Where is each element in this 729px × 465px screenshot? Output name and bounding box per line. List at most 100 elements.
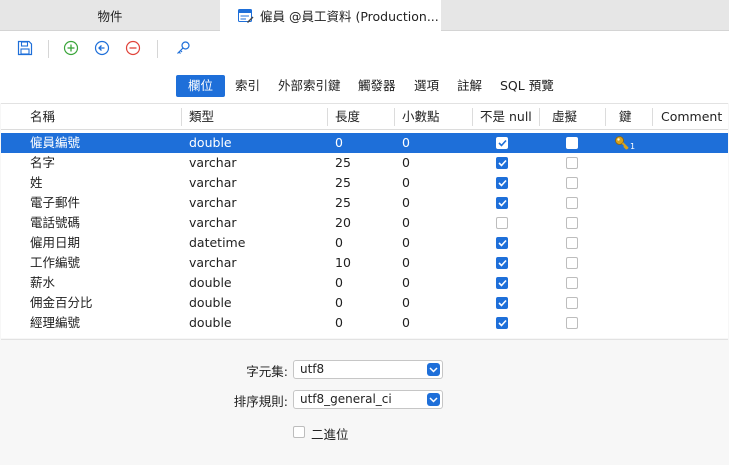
virtual-checkbox[interactable] xyxy=(566,257,578,269)
table-row[interactable]: 姓 varchar 25 0 xyxy=(1,173,728,193)
collation-select[interactable]: utf8_general_ci xyxy=(293,390,443,409)
field-length-cell[interactable]: 0 xyxy=(335,133,343,153)
field-name-cell[interactable]: 名字 xyxy=(30,153,55,173)
column-header-name[interactable]: 名稱 xyxy=(24,104,55,130)
tab-options[interactable]: 選項 xyxy=(414,75,439,97)
tab-triggers[interactable]: 觸發器 xyxy=(358,75,396,97)
column-header-virtual[interactable]: 虛擬 xyxy=(546,104,577,130)
column-header-type[interactable]: 類型 xyxy=(183,104,214,130)
table-row[interactable]: 電話號碼 varchar 20 0 xyxy=(1,213,728,233)
column-header-comment[interactable]: Comment xyxy=(655,104,722,130)
column-header-not-null[interactable]: 不是 null xyxy=(474,104,532,130)
field-name-cell[interactable]: 姓 xyxy=(30,173,43,193)
field-name-cell[interactable]: 薪水 xyxy=(30,273,55,293)
field-type-cell[interactable]: double xyxy=(189,273,232,293)
field-length-cell[interactable]: 0 xyxy=(335,233,343,253)
field-decimals-cell[interactable]: 0 xyxy=(402,133,410,153)
not-null-checkbox[interactable] xyxy=(496,277,508,289)
virtual-checkbox[interactable] xyxy=(566,177,578,189)
field-name-cell[interactable]: 電子郵件 xyxy=(30,193,80,213)
column-header-length[interactable]: 長度 xyxy=(329,104,360,130)
tab-fields[interactable]: 欄位 xyxy=(176,75,226,97)
column-divider[interactable] xyxy=(181,108,182,126)
charset-select[interactable]: utf8 xyxy=(293,360,443,379)
field-length-cell[interactable]: 25 xyxy=(335,173,351,193)
virtual-checkbox[interactable] xyxy=(566,317,578,329)
not-null-checkbox[interactable] xyxy=(496,177,508,189)
field-type-cell[interactable]: double xyxy=(189,313,232,333)
field-decimals-cell[interactable]: 0 xyxy=(402,153,410,173)
field-type-cell[interactable]: datetime xyxy=(189,233,245,253)
field-decimals-cell[interactable]: 0 xyxy=(402,233,410,253)
field-length-cell[interactable]: 10 xyxy=(335,253,351,273)
not-null-checkbox[interactable] xyxy=(496,197,508,209)
table-row[interactable]: 電子郵件 varchar 25 0 xyxy=(1,193,728,213)
table-row[interactable]: 佣金百分比 double 0 0 xyxy=(1,293,728,313)
field-type-cell[interactable]: varchar xyxy=(189,153,237,173)
tab-sql-preview[interactable]: SQL 預覽 xyxy=(500,75,554,97)
not-null-checkbox[interactable] xyxy=(496,137,508,149)
field-length-cell[interactable]: 20 xyxy=(335,213,351,233)
not-null-checkbox[interactable] xyxy=(496,157,508,169)
not-null-checkbox[interactable] xyxy=(496,257,508,269)
table-row[interactable]: 薪水 double 0 0 xyxy=(1,273,728,293)
field-decimals-cell[interactable]: 0 xyxy=(402,173,410,193)
virtual-checkbox[interactable] xyxy=(566,217,578,229)
field-name-cell[interactable]: 工作編號 xyxy=(30,253,80,273)
field-type-cell[interactable]: double xyxy=(189,133,232,153)
delete-field-button[interactable] xyxy=(123,39,143,59)
not-null-checkbox[interactable] xyxy=(496,237,508,249)
add-field-button[interactable] xyxy=(61,39,81,59)
column-header-key[interactable]: 鍵 xyxy=(613,104,632,130)
tab-foreign-keys[interactable]: 外部索引鍵 xyxy=(278,75,341,97)
field-decimals-cell[interactable]: 0 xyxy=(402,213,410,233)
column-divider[interactable] xyxy=(472,108,473,126)
virtual-checkbox[interactable] xyxy=(566,137,578,149)
column-divider[interactable] xyxy=(539,108,540,126)
field-length-cell[interactable]: 0 xyxy=(335,273,343,293)
virtual-checkbox[interactable] xyxy=(566,157,578,169)
field-name-cell[interactable]: 電話號碼 xyxy=(30,213,80,233)
tab-objects[interactable]: 物件 xyxy=(0,0,220,31)
virtual-checkbox[interactable] xyxy=(566,197,578,209)
field-name-cell[interactable]: 佣金百分比 xyxy=(30,293,93,313)
primary-key-button[interactable] xyxy=(173,39,193,59)
tab-comment[interactable]: 註解 xyxy=(457,75,482,97)
field-decimals-cell[interactable]: 0 xyxy=(402,253,410,273)
field-type-cell[interactable]: varchar xyxy=(189,173,237,193)
field-decimals-cell[interactable]: 0 xyxy=(402,293,410,313)
column-divider[interactable] xyxy=(394,108,395,126)
virtual-checkbox[interactable] xyxy=(566,237,578,249)
field-length-cell[interactable]: 0 xyxy=(335,293,343,313)
field-decimals-cell[interactable]: 0 xyxy=(402,313,410,333)
column-header-decimals[interactable]: 小數點 xyxy=(396,104,440,130)
field-name-cell[interactable]: 經理編號 xyxy=(30,313,80,333)
field-type-cell[interactable]: varchar xyxy=(189,213,237,233)
field-decimals-cell[interactable]: 0 xyxy=(402,273,410,293)
save-button[interactable] xyxy=(15,39,35,59)
field-type-cell[interactable]: double xyxy=(189,293,232,313)
virtual-checkbox[interactable] xyxy=(566,277,578,289)
tab-table-design[interactable]: 僱員 @員工資料 (Production... xyxy=(220,0,441,31)
table-row[interactable]: 經理編號 double 0 0 xyxy=(1,313,728,333)
table-row[interactable]: 工作編號 varchar 10 0 xyxy=(1,253,728,273)
field-length-cell[interactable]: 0 xyxy=(335,313,343,333)
table-row[interactable]: 名字 varchar 25 0 xyxy=(1,153,728,173)
binary-checkbox[interactable] xyxy=(293,426,305,438)
field-length-cell[interactable]: 25 xyxy=(335,153,351,173)
field-name-cell[interactable]: 僱員編號 xyxy=(30,133,80,153)
field-type-cell[interactable]: varchar xyxy=(189,253,237,273)
table-row[interactable]: 僱員編號 double 0 0 1 xyxy=(1,133,728,153)
insert-field-button[interactable] xyxy=(92,39,112,59)
column-divider[interactable] xyxy=(652,108,653,126)
not-null-checkbox[interactable] xyxy=(496,317,508,329)
field-name-cell[interactable]: 僱用日期 xyxy=(30,233,80,253)
not-null-checkbox[interactable] xyxy=(496,217,508,229)
tab-indexes[interactable]: 索引 xyxy=(235,75,260,97)
column-divider[interactable] xyxy=(605,108,606,126)
virtual-checkbox[interactable] xyxy=(566,297,578,309)
not-null-checkbox[interactable] xyxy=(496,297,508,309)
field-length-cell[interactable]: 25 xyxy=(335,193,351,213)
table-row[interactable]: 僱用日期 datetime 0 0 xyxy=(1,233,728,253)
field-type-cell[interactable]: varchar xyxy=(189,193,237,213)
